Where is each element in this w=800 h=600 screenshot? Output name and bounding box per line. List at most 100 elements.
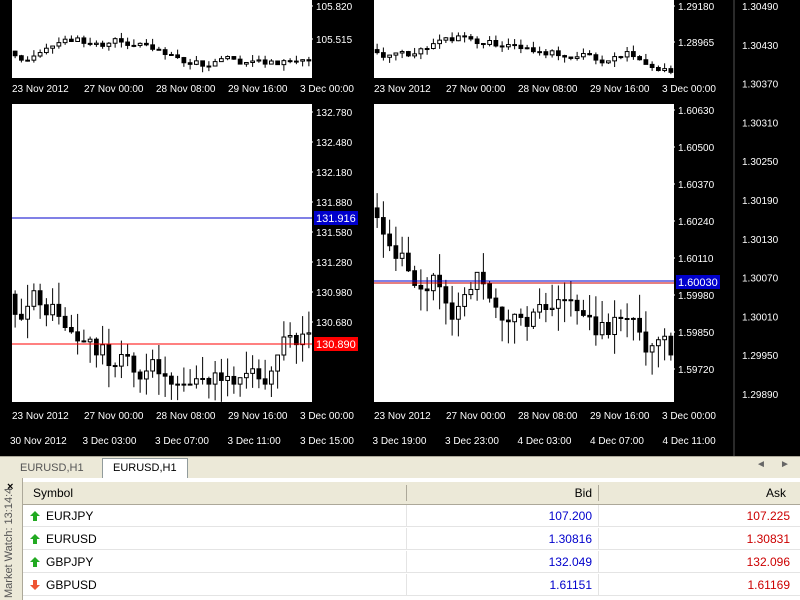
candle-body: [206, 65, 212, 68]
tab-eurusd-h1-active[interactable]: EURUSD,H1: [102, 458, 188, 478]
candle-body: [543, 51, 549, 56]
candle-body: [574, 56, 580, 59]
candle-body: [418, 48, 424, 55]
candle-body: [69, 38, 74, 42]
candle-body: [219, 58, 224, 63]
ask-value: 107.225: [746, 509, 790, 523]
candle-body: [493, 40, 499, 47]
x-axis-label: 27 Nov 00:00: [446, 84, 506, 95]
candle-body: [543, 304, 549, 311]
scroll-right-icon[interactable]: ►: [780, 459, 790, 470]
ask-value: 1.30831: [746, 532, 790, 546]
candle-body: [62, 315, 68, 328]
candle-body: [19, 55, 24, 61]
candle-body: [194, 378, 199, 385]
candle-body: [231, 56, 237, 60]
symbol-name: EURJPY: [46, 509, 94, 523]
candle-body: [112, 365, 118, 368]
market-watch: × Market Watch: 13:14:4 Symbol Bid Ask E…: [0, 478, 800, 600]
candle-body: [637, 317, 642, 333]
market-watch-row[interactable]: GBPUSD 1.61151 1.61169: [23, 574, 800, 596]
candle-body: [643, 59, 649, 65]
candle-body: [287, 335, 293, 338]
candle-body: [281, 336, 287, 356]
chart-top-left[interactable]: 105.820 105.515 23 Nov 2012 27 Nov 00:00 28…: [12, 0, 370, 100]
candle-body: [456, 305, 461, 320]
candle-body: [499, 45, 505, 48]
candle-body: [137, 42, 143, 46]
x-axis-label: 3 Dec 03:00: [83, 436, 137, 447]
candle-body: [499, 306, 505, 321]
x-axis-label: 23 Nov 2012: [374, 84, 431, 95]
y-axis-label: 1.30010: [742, 312, 779, 323]
candle-body: [181, 57, 187, 64]
candle-body: [106, 42, 112, 47]
candle-body: [668, 68, 674, 73]
candle-body: [587, 314, 592, 318]
candle-body: [75, 331, 80, 342]
y-axis-label: 130.680: [316, 318, 353, 329]
y-axis-label: 1.30430: [742, 41, 779, 52]
x-axis-label: 28 Nov 08:00: [156, 411, 216, 422]
y-axis-label: 132.780: [316, 108, 353, 119]
candle-body: [269, 60, 274, 65]
candle-body: [69, 326, 74, 333]
candle-body: [169, 53, 174, 56]
candle-body: [431, 43, 436, 50]
candle-body: [100, 344, 105, 356]
market-watch-row[interactable]: EURUSD 1.30816 1.30831: [23, 528, 800, 550]
candle-body: [150, 44, 155, 50]
candle-body: [162, 49, 168, 55]
x-axis-label: 3 Dec 15:00: [300, 436, 354, 447]
candle-body: [231, 375, 237, 385]
candle-body: [119, 38, 124, 43]
candle-body: [581, 53, 586, 58]
x-axis-label: 27 Nov 00:00: [84, 84, 144, 95]
y-axis-label: 1.30370: [742, 80, 779, 91]
candle-body: [25, 59, 30, 62]
candle-body: [81, 37, 87, 44]
tab-eurusd-h1[interactable]: EURUSD,H1: [10, 459, 94, 477]
y-axis-label: 1.60240: [678, 217, 715, 228]
candle-body: [631, 317, 636, 320]
candle-body: [449, 37, 455, 42]
y-axis-label: 1.29180: [678, 2, 715, 13]
market-watch-row[interactable]: EURJPY 107.200 107.225: [23, 505, 800, 527]
chart-top-right[interactable]: 1.29180 1.28965 23 Nov 2012 27 Nov 00:00 28…: [374, 0, 734, 100]
x-axis-label: 23 Nov 2012: [374, 411, 431, 422]
x-axis-label: 28 Nov 08:00: [518, 84, 578, 95]
candle-body: [374, 49, 380, 54]
candle-body: [144, 370, 149, 380]
chart-gbpjpy[interactable]: 132.780 132.480 132.180 131.880 131.580 131.2…: [12, 104, 370, 428]
candle-body: [649, 345, 655, 353]
candle-body: [599, 59, 605, 64]
candle-body: [287, 60, 293, 63]
column-ask[interactable]: Ask: [766, 482, 786, 504]
candle-body: [562, 55, 567, 58]
candle-body: [512, 313, 517, 323]
candle-body: [549, 307, 555, 311]
scroll-left-icon[interactable]: ◄: [756, 459, 766, 470]
candle-body: [468, 288, 474, 296]
column-bid[interactable]: Bid: [575, 482, 592, 504]
candle-body: [269, 370, 274, 385]
chart-gbpusd[interactable]: 1.60630 1.60500 1.60370 1.60240 1.60110 1.599…: [374, 104, 734, 428]
candle-body: [175, 54, 180, 59]
candle-body: [237, 377, 243, 385]
y-axis-label: 1.59850: [678, 328, 715, 339]
candle-body: [424, 288, 430, 292]
candle-body: [506, 319, 511, 323]
x-axis-label: 3 Dec 11:00: [228, 436, 282, 447]
candle-body: [649, 63, 655, 68]
bid-value: 1.61151: [549, 578, 593, 592]
market-watch-row[interactable]: GBPJPY 132.049 132.096: [23, 551, 800, 573]
candle-body: [187, 62, 193, 65]
column-symbol[interactable]: Symbol: [33, 482, 73, 504]
candle-body: [481, 43, 486, 46]
candle-body: [131, 355, 137, 373]
y-axis-label: 132.480: [316, 138, 353, 149]
candle-body: [624, 318, 630, 321]
x-axis-label: 27 Nov 00:00: [84, 411, 144, 422]
candle-body: [281, 60, 287, 66]
candle-body: [399, 51, 405, 54]
